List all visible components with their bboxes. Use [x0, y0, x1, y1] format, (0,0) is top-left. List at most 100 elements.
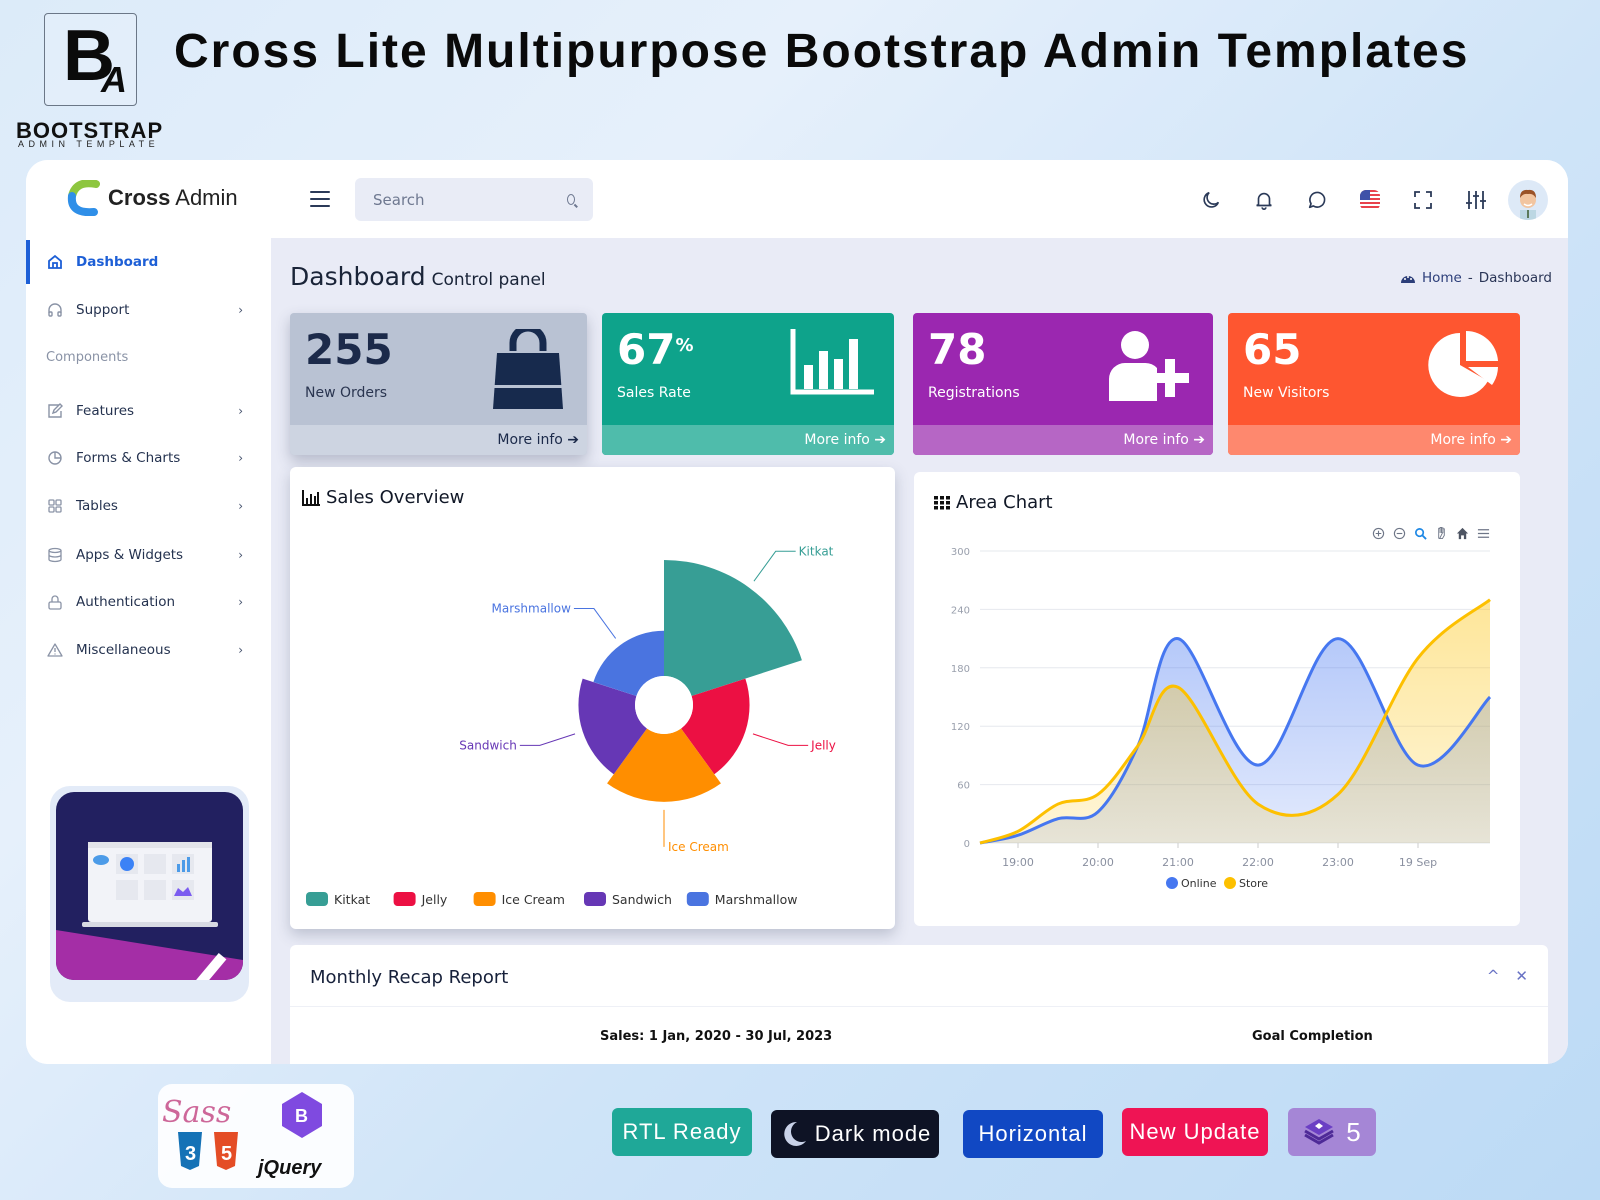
- area-chart-card: Area Chart 0 60 120 180 240 300 19:00 20:00 21:0…: [914, 472, 1520, 926]
- badge-new-update: New Update: [1122, 1108, 1268, 1156]
- messages-button[interactable]: [1290, 178, 1343, 222]
- grid-icon: [46, 497, 64, 515]
- recap-sales-range: Sales: 1 Jan, 2020 - 30 Jul, 2023: [600, 1029, 833, 1044]
- polar-label-line: [519, 733, 576, 746]
- legend-marker: [1166, 877, 1178, 889]
- more-info-link[interactable]: More info ➔: [913, 425, 1213, 455]
- cross-logo-icon: [66, 179, 102, 217]
- chevron-right-icon: ›: [238, 404, 243, 418]
- stat-value: 65: [1243, 329, 1301, 371]
- y-tick-label: 120: [951, 722, 970, 733]
- jquery-logo: jQuery: [255, 1157, 322, 1179]
- stat-card-sales-rate[interactable]: 67% Sales Rate More info ➔: [602, 313, 894, 455]
- polar-slice-kitkat[interactable]: [664, 560, 802, 697]
- hamburger-line: [310, 191, 330, 193]
- legend-label[interactable]: Jelly: [421, 892, 448, 907]
- x-tick-label: 19 Sep: [1399, 856, 1437, 869]
- pie-chart-icon: [1428, 329, 1500, 405]
- home-icon: [46, 253, 64, 271]
- search-box: [355, 178, 593, 221]
- shopping-bag-icon: [489, 324, 567, 413]
- stat-label: Registrations: [928, 385, 1020, 401]
- sidebar-item-label: Forms & Charts: [76, 450, 181, 466]
- sidebar-item-dashboard[interactable]: Dashboard: [26, 240, 271, 284]
- sidebar-item-support[interactable]: Support ›: [26, 290, 271, 330]
- brand-logo-sub-letter: A: [101, 59, 127, 100]
- promo-illustration: [56, 792, 243, 980]
- legend-swatch: [306, 892, 328, 906]
- sidebar: Dashboard Support › Components Features …: [26, 238, 271, 1064]
- app-logo[interactable]: Cross Admin: [66, 179, 238, 217]
- polar-label-line: [573, 608, 617, 639]
- chevron-right-icon: ›: [238, 451, 243, 465]
- search-input[interactable]: [373, 190, 567, 209]
- warning-icon: [46, 641, 64, 659]
- stat-value: 255: [305, 329, 393, 371]
- sidebar-item-features[interactable]: Features ›: [26, 391, 271, 431]
- legend-label[interactable]: Marshmallow: [715, 892, 798, 907]
- sidebar-item-label: Tables: [76, 498, 118, 514]
- collapse-button[interactable]: ^: [1487, 967, 1500, 985]
- user-avatar[interactable]: [1508, 180, 1548, 220]
- badge-bootstrap-5: 5: [1288, 1108, 1376, 1156]
- chevron-right-icon: ›: [238, 499, 243, 513]
- language-button[interactable]: [1343, 178, 1396, 222]
- sidebar-item-forms-charts[interactable]: Forms & Charts ›: [26, 438, 271, 478]
- legend-label[interactable]: Online: [1181, 877, 1217, 890]
- polar-label-line: [752, 733, 809, 746]
- breadcrumb-home-link[interactable]: Home: [1422, 270, 1462, 286]
- breadcrumb-current: Dashboard: [1478, 270, 1552, 286]
- fullscreen-button[interactable]: [1396, 178, 1449, 222]
- sidebar-item-tables[interactable]: Tables ›: [26, 486, 271, 526]
- stat-card-registrations[interactable]: 78 Registrations More info ➔: [913, 313, 1213, 455]
- sidebar-item-apps-widgets[interactable]: Apps & Widgets ›: [26, 535, 271, 575]
- x-tick-label: 19:00: [1002, 856, 1034, 869]
- dark-mode-toggle[interactable]: [1184, 178, 1237, 222]
- polar-data-label: Jelly: [810, 738, 836, 752]
- x-tick-label: 22:00: [1242, 856, 1274, 869]
- logo-text-bold: Cross: [108, 185, 171, 210]
- more-info-link[interactable]: More info ➔: [290, 425, 587, 455]
- legend-label[interactable]: Ice Cream: [502, 892, 565, 907]
- stat-label: New Orders: [305, 385, 388, 401]
- notifications-button[interactable]: [1237, 178, 1290, 222]
- y-tick-label: 300: [951, 547, 970, 558]
- search-icon[interactable]: [567, 194, 575, 205]
- promo-card[interactable]: [50, 786, 249, 1002]
- polar-data-label: Marshmallow: [492, 602, 572, 616]
- topbar: Cross Admin: [26, 160, 1568, 238]
- stat-card-new-visitors[interactable]: 65 New Visitors More info ➔: [1228, 313, 1520, 455]
- legend-swatch: [584, 892, 606, 906]
- polar-center-hole: [635, 676, 693, 734]
- more-info-link[interactable]: More info ➔: [1228, 425, 1520, 455]
- bar-chart-icon: [790, 329, 874, 399]
- topbar-actions: [1184, 178, 1548, 222]
- legend-swatch: [686, 892, 709, 906]
- page-subtitle: Control panel: [431, 270, 546, 290]
- chevron-right-icon: ›: [238, 643, 243, 657]
- sidebar-item-miscellaneous[interactable]: Miscellaneous ›: [26, 630, 271, 670]
- pie-icon: [46, 449, 64, 467]
- sidebar-item-authentication[interactable]: Authentication ›: [26, 582, 271, 622]
- brand-logo: B A: [44, 13, 137, 106]
- close-button[interactable]: ✕: [1515, 967, 1528, 985]
- user-avatar-icon: [1520, 189, 1536, 220]
- bootstrap-icon: [1304, 1119, 1335, 1145]
- more-info-link[interactable]: More info ➔: [602, 425, 894, 455]
- sidebar-item-label: Miscellaneous: [76, 642, 171, 658]
- moon-icon: [1202, 191, 1219, 208]
- legend-label[interactable]: Kitkat: [334, 892, 370, 907]
- user-add-icon: [1105, 329, 1193, 405]
- sidebar-item-label: Support: [76, 302, 130, 318]
- sidebar-toggle-button[interactable]: [310, 191, 330, 207]
- sales-polar-chart: Kitkat Jelly Ice Cream Sandwich Marshmallow K…: [306, 544, 836, 907]
- settings-button[interactable]: [1449, 178, 1502, 222]
- stat-label: New Visitors: [1243, 385, 1330, 401]
- legend-label[interactable]: Sandwich: [612, 892, 672, 907]
- legend-label[interactable]: Store: [1239, 877, 1268, 890]
- page-title: Dashboard Control panel: [290, 262, 546, 291]
- sidebar-section-components: Components: [46, 350, 129, 365]
- y-tick-label: 60: [957, 781, 970, 792]
- stat-card-new-orders[interactable]: 255 New Orders More info ➔: [290, 313, 587, 455]
- badge-label: 5: [1346, 1116, 1362, 1147]
